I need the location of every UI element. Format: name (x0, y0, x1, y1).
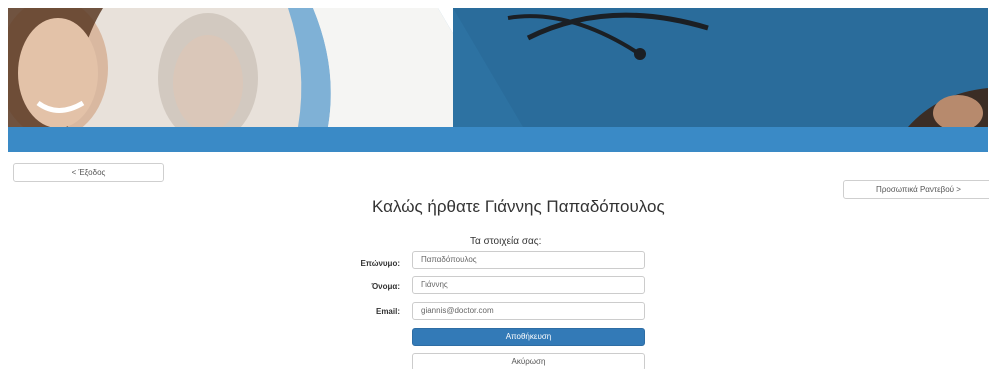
header-banner-image (8, 8, 988, 127)
save-button[interactable]: Αποθήκευση (412, 328, 645, 346)
form-heading: Τα στοιχεία σας: (470, 236, 542, 247)
page: < Έξοδος Προσωπικά Ραντεβού > Καλώς ήρθα… (0, 0, 989, 369)
email-field[interactable]: giannis@doctor.com (412, 302, 645, 320)
first-name-field[interactable]: Γιάννης (412, 276, 645, 294)
welcome-title: Καλώς ήρθατε Γιάννης Παπαδόπουλος (372, 197, 665, 216)
personal-appointments-button[interactable]: Προσωπικά Ραντεβού > (843, 180, 989, 199)
first-name-label: Όνομα: (371, 282, 400, 291)
email-label: Email: (375, 307, 400, 316)
banner-illustration (8, 8, 988, 127)
cancel-button[interactable]: Ακύρωση (412, 353, 645, 369)
surname-label: Επώνυμο: (360, 259, 400, 268)
header-blue-bar (8, 127, 988, 152)
exit-button[interactable]: < Έξοδος (13, 163, 164, 182)
surname-field[interactable]: Παπαδόπουλος (412, 251, 645, 269)
